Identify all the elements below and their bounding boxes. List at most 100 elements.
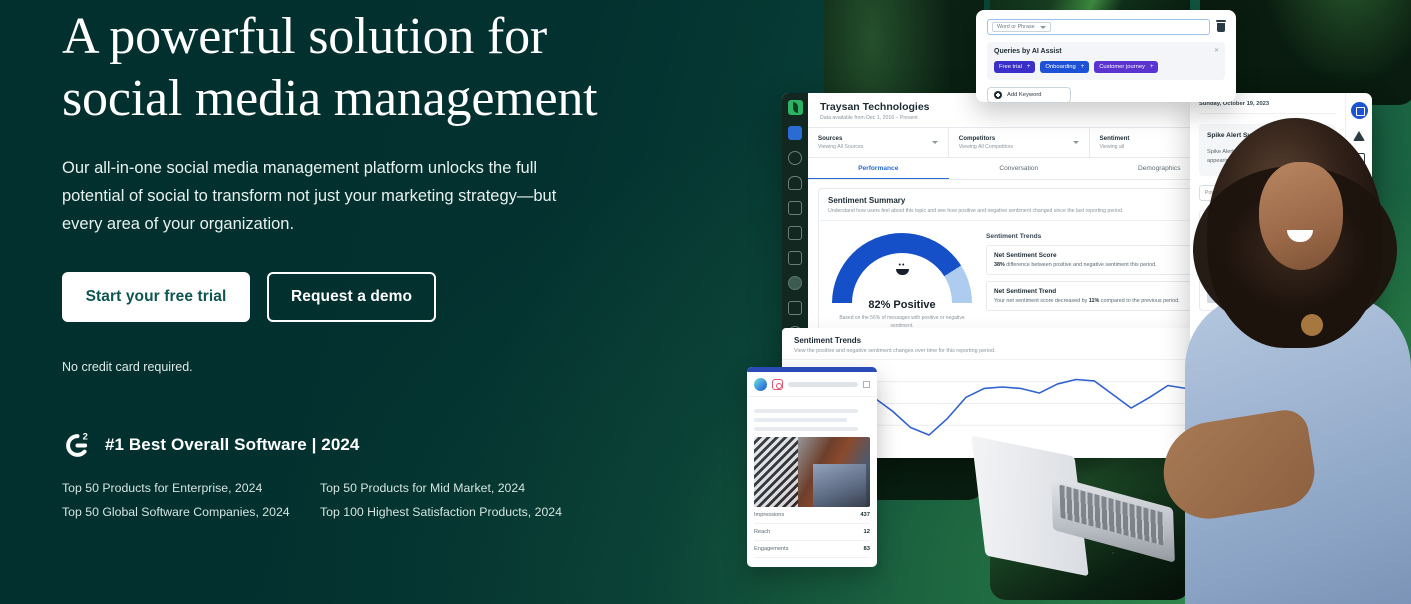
tab-performance[interactable]: Performance: [808, 158, 949, 179]
card-text: Your net sentiment score decreased by: [994, 298, 1089, 304]
award-item: Top 50 Products for Enterprise, 2024: [62, 481, 263, 495]
info-icon[interactable]: [1277, 132, 1284, 139]
impressions-dropdown[interactable]: Potential Impressions: [1199, 185, 1297, 201]
sidebar-item-compass-icon[interactable]: [788, 151, 802, 165]
post-stats: Impressions 437 Reach 12 Engagements 83: [747, 507, 877, 558]
alert-keyword: App Update: [1281, 158, 1313, 164]
link-icon[interactable]: [1350, 174, 1368, 192]
twitter-icon: ➟: [1222, 236, 1228, 242]
compose-icon[interactable]: [1350, 102, 1368, 119]
social-post-card: Impressions 437 Reach 12 Engagements 83: [747, 367, 877, 567]
g2-logo-icon: 2: [66, 431, 88, 457]
hero-subheadline: Our all-in-one social media management p…: [62, 159, 557, 233]
avatar: [754, 378, 767, 391]
add-keyword-button[interactable]: Add Keyword: [987, 87, 1071, 103]
query-chip-list: Free trial + Onboarding + Customer journey…: [994, 61, 1218, 73]
message-header: Message Oct 19, 2023 8:23 am: [1207, 218, 1328, 224]
keyword-input[interactable]: Word or Phrase: [987, 19, 1210, 35]
trash-icon[interactable]: [1216, 20, 1226, 32]
ai-assist-title: Queries by AI Assist: [994, 48, 1062, 55]
stat-value: 83: [863, 546, 870, 552]
card-highlight: 38%: [994, 262, 1005, 268]
filter-value: Viewing All Competitors: [958, 144, 1014, 150]
chat-icon[interactable]: [1353, 153, 1365, 165]
sidebar-item-reports-icon[interactable]: [788, 301, 802, 315]
filter-competitors[interactable]: Competitors Viewing All Competitors: [949, 128, 1090, 157]
message-image-placeholder: [1207, 283, 1328, 303]
checkbox-icon[interactable]: [863, 381, 870, 388]
ai-assist-queries-box: ✕ Queries by AI Assist Free trial + Onboa…: [987, 42, 1225, 80]
card-highlight: 11%: [1088, 298, 1100, 304]
g2-award-list: Top 50 Products for Enterprise, 2024 Top…: [62, 481, 702, 519]
alert-summary-header: Spike Alert Summary: [1207, 132, 1328, 139]
chevron-down-icon: [1285, 191, 1291, 195]
message-text-placeholder: [1207, 255, 1316, 259]
sprout-leaf-logo-icon: [787, 100, 803, 115]
add-keyword-label: Add Keyword: [1007, 92, 1042, 98]
g2-award-title: #1 Best Overall Software | 2024: [105, 435, 360, 454]
help-icon[interactable]: [1353, 225, 1365, 237]
stat-label: Impressions: [754, 512, 785, 518]
filter-label: Sources: [818, 135, 843, 142]
request-demo-button[interactable]: Request a demo: [267, 272, 436, 322]
post-text-placeholder: [747, 397, 877, 431]
plus-icon: +: [1149, 64, 1154, 70]
page-title: A powerful solution for social media man…: [62, 8, 598, 127]
post-image: [754, 437, 870, 507]
laptop-illustration: [971, 435, 1175, 577]
plus-circle-icon: [994, 91, 1002, 99]
sidebar-item-publish-icon[interactable]: [788, 251, 802, 265]
spike-alert-panel: Sunday, October 19, 2023 Spike Alert Sum…: [1190, 93, 1372, 455]
sidebar-item-list-icon[interactable]: [788, 226, 802, 240]
field-type-label: Word or Phrase: [997, 24, 1035, 30]
add-box-icon[interactable]: [1353, 201, 1365, 213]
alert-summary-title: Spike Alert Summary: [1207, 132, 1274, 139]
card-text: difference between positive and negative…: [1004, 262, 1157, 268]
gauge-value: 82% Positive: [868, 299, 936, 311]
card-text: compared to the previous period.: [1099, 298, 1180, 304]
instagram-icon: [772, 379, 783, 390]
stat-value: 437: [860, 512, 870, 518]
stat-row: Engagements 83: [754, 541, 870, 558]
query-chip[interactable]: Free trial +: [994, 61, 1036, 73]
message-text-placeholder: [1207, 273, 1280, 277]
post-header: [747, 372, 877, 397]
spike-alert-summary-box: Spike Alert Summary Spike Alert detected…: [1199, 124, 1336, 176]
chip-label: Onboarding: [1045, 64, 1076, 70]
stat-value: 12: [863, 529, 870, 535]
sidebar-item-messages-icon[interactable]: [788, 176, 802, 190]
stat-row: Impressions 437: [754, 507, 870, 524]
start-free-trial-button[interactable]: Start your free trial: [62, 272, 250, 322]
right-icon-rail[interactable]: [1345, 93, 1372, 455]
field-type-select[interactable]: Word or Phrase: [992, 22, 1051, 32]
filter-label: Sentiment: [1099, 135, 1130, 142]
filter-value: Viewing all: [1099, 144, 1125, 150]
g2-award-row: 2 #1 Best Overall Software | 2024: [62, 430, 702, 460]
query-chip[interactable]: Onboarding +: [1040, 61, 1090, 73]
sidebar-item-listening-icon[interactable]: [788, 276, 802, 290]
card-icon[interactable]: [1353, 249, 1365, 261]
filter-value: Viewing All Sources: [818, 144, 864, 150]
message-card: Message Oct 19, 2023 8:23 am ➟ Minnie Wa…: [1199, 210, 1336, 311]
sidebar-item-pin-icon[interactable]: [788, 201, 802, 215]
follower-badge: 100k +: [1277, 235, 1297, 242]
query-chip[interactable]: Customer journey +: [1094, 61, 1159, 73]
message-user: ➟ Minnie Watkins 100k +: [1207, 233, 1328, 244]
profile-name-placeholder: [788, 382, 858, 387]
user-handle: @minniewatkins: [1222, 245, 1255, 250]
user-name: Minnie Watkins: [1231, 235, 1274, 242]
alerts-bell-icon[interactable]: [1353, 131, 1365, 141]
award-item: Top 50 Global Software Companies, 2024: [62, 505, 290, 519]
stat-label: Reach: [754, 529, 771, 535]
no-credit-card-note: No credit card required.: [62, 360, 193, 374]
alert-date: Sunday, October 19, 2023: [1199, 101, 1336, 114]
filter-label: Competitors: [958, 135, 996, 142]
tab-conversation[interactable]: Conversation: [949, 158, 1090, 179]
filter-sources[interactable]: Sources Viewing All Sources: [808, 128, 949, 157]
stat-label: Engagements: [754, 546, 789, 552]
sidebar-item-inbox-icon[interactable]: [788, 126, 802, 140]
message-timestamp: Oct 19, 2023 8:23 am: [1278, 218, 1328, 224]
chevron-down-icon: [931, 141, 938, 144]
smiley-face-icon: ••: [894, 262, 910, 275]
close-icon[interactable]: ✕: [1214, 47, 1219, 54]
